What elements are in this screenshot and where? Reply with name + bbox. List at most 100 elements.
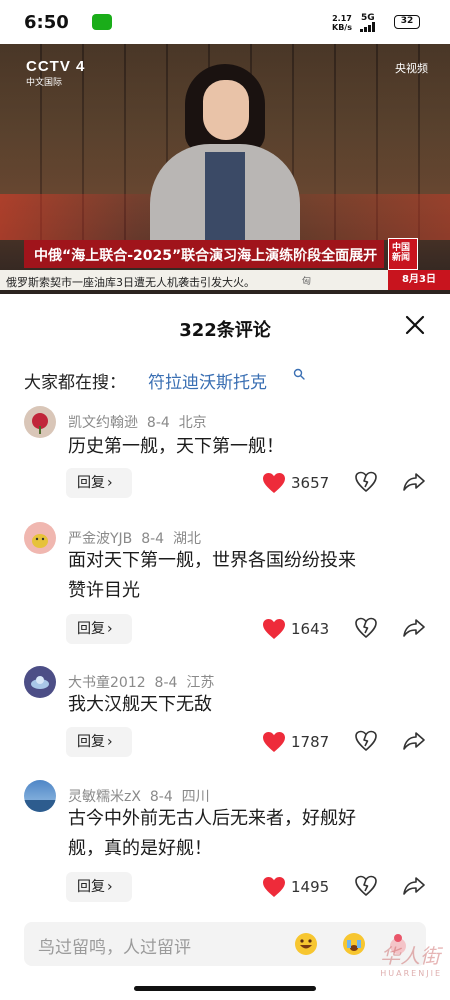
yangshipin-watermark: 央视频: [395, 62, 428, 75]
battery-indicator: 32: [394, 15, 420, 29]
watermark-sub: HUARENJIE: [380, 969, 442, 978]
comment-line: 我大汉舰天下无敌: [68, 694, 212, 715]
heart-icon: [263, 619, 285, 639]
chevron-right-icon: ›: [107, 621, 113, 637]
avatar[interactable]: [24, 780, 56, 812]
video-player[interactable]: CCTV 4 中文国际 央视频 中俄“海上联合-2025”联合演习海上演练阶段全…: [0, 44, 450, 294]
comment-meta: 严金波YJB 8-4 湖北: [68, 528, 201, 548]
share-icon[interactable]: [402, 729, 426, 753]
comment-user[interactable]: 严金波YJB: [68, 531, 132, 547]
comment-line: 历史第一舰，天下第一舰！: [68, 436, 284, 457]
comment-input-placeholder: 鸟过留鸣，人过留评: [38, 938, 191, 958]
reply-label: 回复: [77, 475, 105, 491]
comment-text: 我大汉舰天下无敌: [68, 690, 428, 720]
comment-text: 历史第一舰，天下第一舰！: [68, 432, 428, 462]
comment-line: 赞许目光: [68, 580, 140, 601]
video-headline-banner: 中俄“海上联合-2025”联合演习海上演练阶段全面展开: [24, 240, 384, 268]
video-headline: 中俄“海上联合-2025”联合演习海上演练阶段全面展开: [34, 248, 378, 264]
reply-button[interactable]: 回复 ›: [66, 872, 132, 902]
comment-date: 8-4: [149, 789, 173, 805]
dislike-icon[interactable]: [354, 616, 378, 640]
news-ticker: 俄罗斯索契市一座油库3日遭无人机袭击引发大火。 匈 8月3日: [0, 270, 450, 290]
avatar-image: [32, 413, 48, 434]
heart-icon: [263, 473, 285, 493]
comment-location: 湖北: [172, 531, 201, 547]
like-button[interactable]: 1495: [262, 872, 342, 902]
hot-search-link[interactable]: 符拉迪沃斯托克: [148, 368, 267, 393]
like-count: 1643: [291, 620, 330, 638]
reply-button[interactable]: 回复 ›: [66, 727, 132, 757]
comment-text: 面对天下第一舰，世界各国纷纷投来 赞许目光: [68, 546, 428, 606]
share-icon[interactable]: [402, 874, 426, 898]
avatar-image: [32, 534, 48, 548]
comment-location: 四川: [181, 789, 210, 805]
comment-input[interactable]: 鸟过留鸣，人过留评: [24, 922, 426, 966]
dislike-icon[interactable]: [354, 470, 378, 494]
comment-date: 8-4: [146, 415, 170, 431]
comment-user[interactable]: 凯文约翰逊: [68, 415, 138, 431]
comment-meta: 凯文约翰逊 8-4 北京: [68, 412, 207, 432]
close-icon[interactable]: [404, 314, 426, 336]
net-speed-value: 2.17: [332, 14, 352, 23]
comment-location: 北京: [178, 415, 207, 431]
net-speed: 2.17 KB/s: [332, 14, 352, 32]
emoji-icon[interactable]: [342, 932, 366, 956]
status-bar: 6:50 2.17 KB/s 5G 32: [0, 0, 450, 44]
comment-location: 江苏: [186, 675, 215, 691]
wechat-icon: [92, 14, 112, 30]
like-button[interactable]: 1787: [262, 727, 342, 757]
comment-text: 古今中外前无古人后无来者，好舰好 舰，真的是好舰！: [68, 804, 428, 864]
comment-user[interactable]: 灵敏糯米zX: [68, 789, 141, 805]
avatar-image: [24, 800, 56, 812]
chevron-right-icon: ›: [107, 475, 113, 491]
site-watermark: 华人街 HUARENJIE: [380, 940, 442, 978]
heart-icon: [263, 732, 285, 752]
like-count: 1787: [291, 733, 330, 751]
avatar[interactable]: [24, 522, 56, 554]
channel-logo: CCTV 4 中文国际: [26, 58, 85, 88]
reply-label: 回复: [77, 621, 105, 637]
like-button[interactable]: 3657: [262, 468, 342, 498]
avatar[interactable]: [24, 406, 56, 438]
reply-label: 回复: [77, 879, 105, 895]
reply-button[interactable]: 回复 ›: [66, 614, 132, 644]
dislike-icon[interactable]: [354, 874, 378, 898]
chevron-right-icon: ›: [107, 734, 113, 750]
headline-tag: 中国新闻: [388, 238, 418, 270]
comment-count-title: 322条评论: [179, 320, 271, 341]
channel-logo-text: CCTV 4: [26, 58, 86, 75]
net-speed-unit: KB/s: [332, 23, 352, 32]
ticker-date: 8月3日: [388, 270, 450, 290]
hot-search-label: 大家都在搜：: [24, 373, 126, 393]
watermark-text: 华人街: [380, 944, 441, 968]
news-anchor-shirt: [205, 152, 245, 252]
news-anchor-face: [203, 80, 249, 140]
share-icon[interactable]: [402, 616, 426, 640]
dislike-icon[interactable]: [354, 729, 378, 753]
channel-logo-sub: 中文国际: [26, 78, 63, 88]
avatar[interactable]: [24, 666, 56, 698]
like-button[interactable]: 1643: [262, 614, 342, 644]
comment-line: 舰，真的是好舰！: [68, 838, 212, 859]
status-time: 6:50: [24, 12, 69, 33]
share-icon[interactable]: [402, 470, 426, 494]
signal-icon: [360, 22, 375, 32]
emoji-icon[interactable]: [294, 932, 318, 956]
comment-date: 8-4: [141, 531, 165, 547]
comment-line: 古今中外前无古人后无来者，好舰好: [68, 808, 356, 829]
chevron-right-icon: ›: [107, 879, 113, 895]
comment-date: 8-4: [154, 675, 178, 691]
like-count: 3657: [291, 474, 330, 492]
reply-label: 回复: [77, 734, 105, 750]
like-count: 1495: [291, 878, 330, 896]
comment-sheet: 322条评论 大家都在搜： 符拉迪沃斯托克 凯文约翰逊 8-4 北京 历史第一舰…: [0, 294, 450, 1000]
reply-button[interactable]: 回复 ›: [66, 468, 132, 498]
ticker-text: 俄罗斯索契市一座油库3日遭无人机袭击引发大火。: [6, 276, 255, 289]
heart-icon: [263, 877, 285, 897]
ticker-tail: 匈: [302, 277, 312, 287]
home-indicator[interactable]: [134, 986, 316, 991]
search-icon[interactable]: [293, 368, 305, 380]
comment-meta: 大书童2012 8-4 江苏: [68, 672, 214, 692]
comment-meta: 灵敏糯米zX 8-4 四川: [68, 786, 210, 806]
comment-user[interactable]: 大书童2012: [68, 675, 146, 691]
